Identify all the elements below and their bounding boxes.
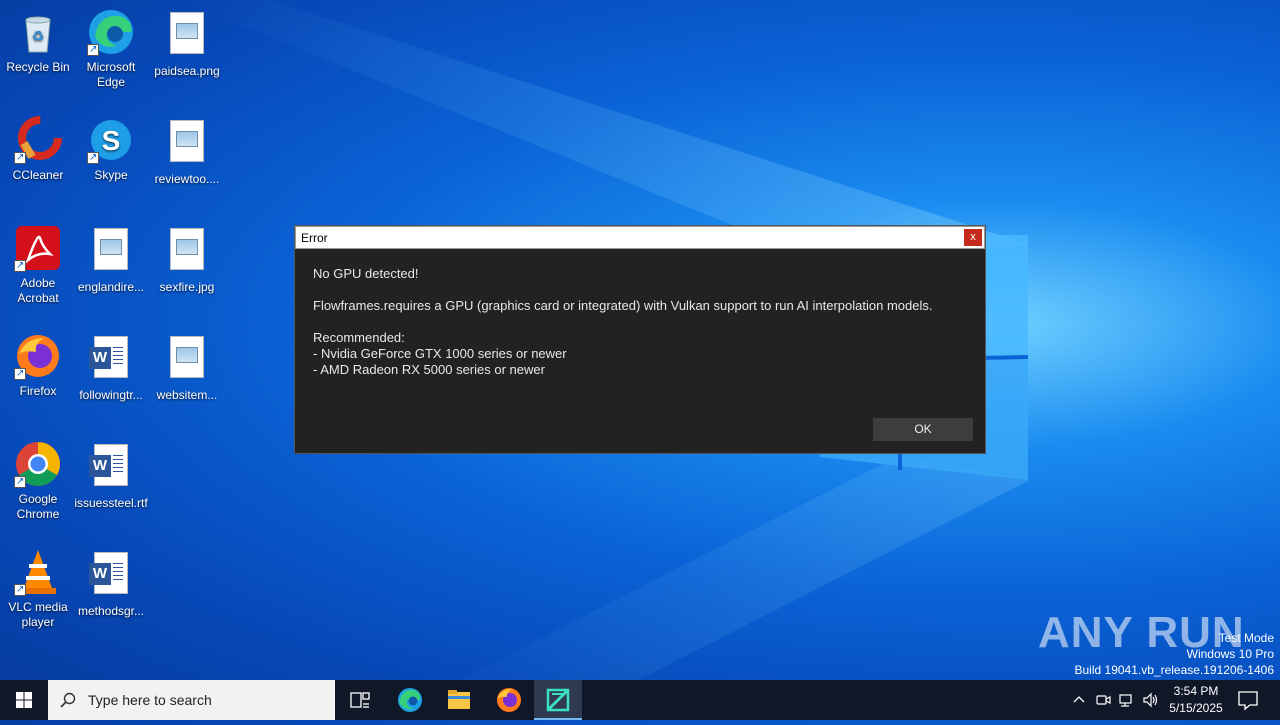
taskbar-clock[interactable]: 3:54 PM 5/15/2025 [1164, 683, 1228, 717]
clock-date: 5/15/2025 [1169, 701, 1223, 715]
desktop-icon-label: Adobe Acrobat [17, 276, 59, 305]
desktop-icon-label: VLC media player [8, 600, 68, 629]
dialog-titlebar[interactable]: Error x [295, 226, 985, 249]
chrome-icon [14, 440, 62, 489]
show-hidden-icons-icon[interactable] [1072, 693, 1086, 707]
desktop-icon-chrome[interactable]: Google Chrome [0, 440, 76, 522]
desktop-icon-label: reviewtoo.... [154, 172, 220, 186]
image-file-icon [163, 336, 211, 384]
desktop-icon-englandire[interactable]: englandire... [73, 224, 149, 295]
taskbar-edge-button[interactable] [386, 680, 434, 720]
desktop-icon-acrobat[interactable]: Adobe Acrobat [0, 224, 76, 306]
system-tray [1068, 680, 1168, 720]
desktop-icon-vlc[interactable]: VLC media player [0, 548, 76, 630]
error-dialog: Error x No GPU detected! Flowframes.requ… [295, 226, 985, 453]
notifications-button[interactable] [1228, 680, 1268, 720]
edge-icon [398, 688, 422, 712]
firefox-icon [497, 688, 521, 712]
desktop-icon-websitem[interactable]: websitem... [149, 332, 225, 403]
desktop-icon-label: Recycle Bin [6, 60, 70, 74]
adobe-acrobat-icon [14, 224, 62, 273]
image-file-icon [163, 120, 211, 168]
ok-button[interactable]: OK [873, 418, 973, 441]
edge-icon [87, 8, 135, 57]
taskbar-file-explorer-button[interactable] [435, 680, 483, 720]
search-placeholder: Type here to search [88, 692, 212, 708]
flowframes-icon [546, 688, 570, 712]
desktop-icon-label: Firefox [19, 384, 57, 398]
image-file-icon [163, 12, 211, 60]
svg-text:♻: ♻ [32, 28, 45, 44]
word-document-icon: W [87, 336, 135, 384]
recycle-bin-icon: ♻ [14, 8, 62, 56]
taskbar: Type here to search 3:54 PM 5/15/2025 [0, 680, 1280, 720]
desktop-icon-recycle-bin[interactable]: ♻ Recycle Bin [0, 8, 76, 75]
notification-icon [1238, 691, 1258, 711]
task-view-icon [350, 692, 370, 708]
dialog-heading: No GPU detected! [313, 266, 419, 281]
desktop-icon-methodsgr[interactable]: W methodsgr... [73, 548, 149, 619]
desktop-icon-label: englandire... [77, 280, 145, 294]
desktop-icon-label: Microsoft Edge [86, 60, 136, 89]
recommendation-item: - Nvidia GeForce GTX 1000 series or newe… [313, 346, 567, 361]
desktop-icon-followingtr[interactable]: W followingtr... [73, 332, 149, 403]
vlc-icon [14, 548, 62, 597]
meet-now-icon[interactable] [1095, 692, 1111, 708]
test-mode-watermark: Test Mode Windows 10 Pro Build 19041.vb_… [1075, 630, 1275, 678]
desktop-icon-edge[interactable]: Microsoft Edge [73, 8, 149, 90]
firefox-icon [14, 332, 62, 381]
clock-time: 3:54 PM [1173, 684, 1219, 698]
dialog-title: Error [301, 231, 328, 245]
file-explorer-icon [448, 690, 470, 709]
desktop-icon-label: sexfire.jpg [159, 280, 215, 294]
desktop-icon-ccleaner[interactable]: CCleaner [0, 116, 76, 183]
word-document-icon: W [87, 552, 135, 600]
word-document-icon: W [87, 444, 135, 492]
recommended-label: Recommended: [313, 330, 405, 345]
recommendation-item: - AMD Radeon RX 5000 series or newer [313, 362, 545, 377]
desktop-icon-label: Skype [94, 168, 128, 182]
network-icon[interactable] [1118, 692, 1134, 708]
taskbar-firefox-button[interactable] [485, 680, 533, 720]
desktop-icon-reviewtoo[interactable]: reviewtoo.... [149, 116, 225, 187]
desktop-icon-label: methodsgr... [77, 604, 145, 618]
desktop-icon-label: paidsea.png [154, 64, 220, 78]
desktop-icon-label: CCleaner [12, 168, 64, 182]
desktop-icon-label: issuessteel.rtf [74, 496, 148, 510]
task-view-button[interactable] [336, 680, 384, 720]
desktop-icon-issuessteel[interactable]: W issuessteel.rtf [73, 440, 149, 511]
watermark-line: Test Mode [1218, 631, 1274, 645]
svg-text:S: S [102, 125, 121, 156]
watermark-line: Windows 10 Pro [1186, 647, 1274, 661]
search-icon [60, 692, 76, 708]
image-file-icon [87, 228, 135, 276]
close-button[interactable]: x [964, 229, 982, 246]
desktop-icon-skype[interactable]: S Skype [73, 116, 149, 183]
desktop-icon-label: Google Chrome [16, 492, 60, 521]
taskbar-flowframes-button[interactable] [534, 680, 582, 720]
taskbar-search-box[interactable]: Type here to search [48, 680, 335, 720]
image-file-icon [163, 228, 211, 276]
desktop-icon-sexfire[interactable]: sexfire.jpg [149, 224, 225, 295]
volume-icon[interactable] [1142, 692, 1160, 708]
dialog-message: Flowframes.requires a GPU (graphics card… [313, 298, 933, 313]
desktop-icon-firefox[interactable]: Firefox [0, 332, 76, 399]
start-button[interactable] [0, 680, 48, 720]
skype-icon: S [87, 116, 135, 165]
watermark-line: Build 19041.vb_release.191206-1406 [1074, 663, 1275, 677]
desktop-icon-label: followingtr... [79, 388, 143, 402]
dialog-body: No GPU detected! Flowframes.requires a G… [295, 249, 985, 378]
desktop-icon-label: websitem... [156, 388, 218, 402]
ccleaner-icon [14, 116, 62, 165]
windows-start-icon [16, 692, 32, 708]
desktop-icon-paidsea[interactable]: paidsea.png [149, 8, 225, 79]
